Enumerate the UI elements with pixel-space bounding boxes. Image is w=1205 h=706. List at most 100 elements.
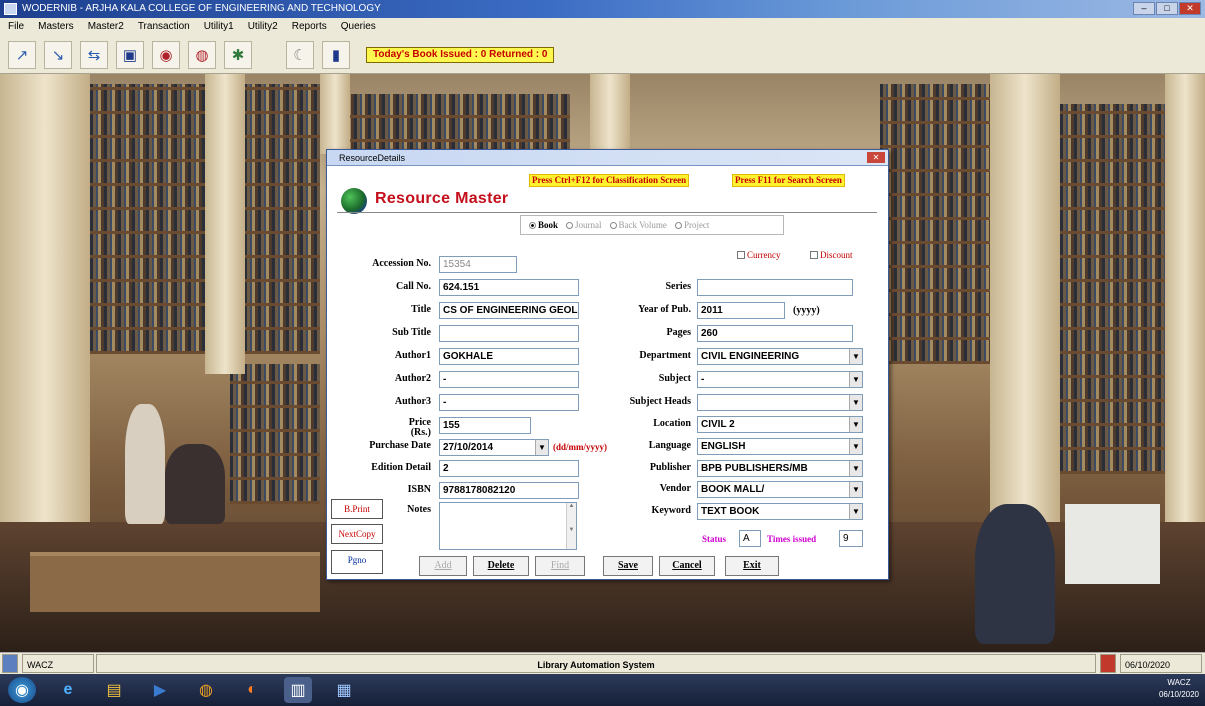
radio-icon bbox=[566, 222, 574, 229]
start-orb-icon[interactable]: ◉ bbox=[8, 677, 36, 703]
system-clock[interactable]: WACZ 06/10/2020 bbox=[1159, 677, 1199, 701]
firefox-icon[interactable]: ◐ bbox=[238, 677, 266, 703]
radio-journal[interactable]: Journal bbox=[566, 220, 602, 230]
price-field[interactable]: 155 bbox=[439, 417, 531, 434]
monitor-icon[interactable]: ▣ bbox=[116, 40, 144, 69]
menu-transaction[interactable]: Transaction bbox=[138, 18, 190, 36]
chevron-down-icon[interactable]: ▼ bbox=[535, 440, 548, 455]
pages-field[interactable]: 260 bbox=[697, 325, 853, 342]
resize-icon[interactable]: ↘ bbox=[44, 40, 72, 69]
chrome-icon[interactable]: ◍ bbox=[192, 677, 220, 703]
chevron-down-icon[interactable]: ▼ bbox=[849, 504, 862, 519]
explorer-icon[interactable]: ▤ bbox=[100, 677, 128, 703]
delete-button[interactable]: Delete bbox=[473, 556, 529, 576]
subject-select[interactable]: - ▼ bbox=[697, 371, 863, 388]
subject-heads-select[interactable]: ▼ bbox=[697, 394, 863, 411]
chevron-down-icon[interactable]: ▼ bbox=[849, 461, 862, 476]
chevron-down-icon[interactable]: ▼ bbox=[849, 395, 862, 410]
app-title: WODERNIB - ARJHA KALA COLLEGE OF ENGINEE… bbox=[22, 3, 381, 14]
status-app-name: Library Automation System bbox=[96, 654, 1096, 673]
radio-icon bbox=[674, 222, 682, 229]
radio-project[interactable]: Project bbox=[674, 220, 709, 230]
barcode-print-button[interactable]: B.Print bbox=[331, 499, 383, 519]
times-issued-field[interactable]: 9 bbox=[839, 530, 863, 547]
next-copy-button[interactable]: NextCopy bbox=[331, 524, 383, 544]
year-field[interactable]: 2011 bbox=[697, 302, 785, 319]
maximize-button[interactable]: □ bbox=[1156, 2, 1178, 15]
window-controls: – □ ✕ bbox=[1133, 2, 1201, 15]
chevron-down-icon[interactable]: ▼ bbox=[849, 439, 862, 454]
menu-masters[interactable]: Masters bbox=[38, 18, 74, 36]
dialog-heading: Resource Master bbox=[375, 190, 509, 207]
library-app-icon[interactable]: ▥ bbox=[284, 677, 312, 703]
notes-scrollbar[interactable]: ▲ ▼ bbox=[566, 503, 576, 549]
help-book-icon[interactable]: ▮ bbox=[322, 40, 350, 69]
keyword-select[interactable]: TEXT BOOK ▼ bbox=[697, 503, 863, 520]
subject-heads-label: Subject Heads bbox=[629, 396, 691, 407]
tools-icon[interactable]: ✱ bbox=[224, 40, 252, 69]
location-label: Location bbox=[653, 418, 691, 429]
find-button[interactable]: Find bbox=[535, 556, 585, 576]
cd-icon[interactable]: ◉ bbox=[152, 40, 180, 69]
isbn-field[interactable]: 9788178082120 bbox=[439, 482, 579, 499]
menu-utility1[interactable]: Utility1 bbox=[204, 18, 234, 36]
notes-textarea[interactable]: ▲ ▼ bbox=[439, 502, 577, 550]
title-field[interactable]: CS OF ENGINEERING GEOLOGY bbox=[439, 302, 579, 319]
accession-field[interactable]: 15354 bbox=[439, 256, 517, 273]
menu-utility2[interactable]: Utility2 bbox=[248, 18, 278, 36]
add-button[interactable]: Add bbox=[419, 556, 467, 576]
author3-field[interactable]: - bbox=[439, 394, 579, 411]
globe-icon[interactable]: ◍ bbox=[188, 40, 216, 69]
call-no-field[interactable]: 624.151 bbox=[439, 279, 579, 296]
menu-bar: File Masters Master2 Transaction Utility… bbox=[0, 18, 1205, 36]
menu-queries[interactable]: Queries bbox=[341, 18, 376, 36]
page-no-button[interactable]: Pgno bbox=[331, 550, 383, 574]
vendor-select[interactable]: BOOK MALL/▼ bbox=[697, 481, 863, 498]
publisher-select[interactable]: BPB PUBLISHERS/MB ▼ bbox=[697, 460, 863, 477]
chevron-down-icon[interactable]: ▼ bbox=[849, 417, 862, 432]
return-icon[interactable]: ⇆ bbox=[80, 40, 108, 69]
radio-back-volume[interactable]: Back Volume bbox=[609, 220, 667, 230]
minimize-button[interactable]: – bbox=[1133, 2, 1155, 15]
author1-field[interactable]: GOKHALE bbox=[439, 348, 579, 365]
series-label: Series bbox=[665, 281, 691, 292]
sub-title-field[interactable] bbox=[439, 325, 579, 342]
calendar-icon bbox=[1100, 654, 1116, 673]
language-label: Language bbox=[648, 440, 691, 451]
save-button[interactable]: Save bbox=[603, 556, 653, 576]
menu-file[interactable]: File bbox=[8, 18, 24, 36]
language-select[interactable]: ENGLISH ▼ bbox=[697, 438, 863, 455]
dialog-title-bar[interactable]: ResourceDetails ✕ bbox=[327, 150, 888, 166]
edition-field[interactable]: 2 bbox=[439, 460, 579, 477]
radio-book[interactable]: Book bbox=[529, 220, 558, 230]
close-button[interactable]: ✕ bbox=[1179, 2, 1201, 15]
move-icon[interactable]: ↗ bbox=[8, 40, 36, 69]
menu-master2[interactable]: Master2 bbox=[88, 18, 124, 36]
media-icon[interactable]: ▶ bbox=[146, 677, 174, 703]
location-select[interactable]: CIVIL 2 ▼ bbox=[697, 416, 863, 433]
exit-button[interactable]: Exit bbox=[725, 556, 779, 576]
search-hint: Press F11 for Search Screen bbox=[732, 174, 845, 187]
chevron-down-icon[interactable]: ▼ bbox=[849, 349, 862, 364]
status-field[interactable]: A bbox=[739, 530, 761, 547]
app-title-bar[interactable]: WODERNIB - ARJHA KALA COLLEGE OF ENGINEE… bbox=[0, 0, 1205, 18]
window-icon[interactable]: ▦ bbox=[330, 677, 358, 703]
series-field[interactable] bbox=[697, 279, 853, 296]
department-select[interactable]: CIVIL ENGINEERING ▼ bbox=[697, 348, 863, 365]
chevron-down-icon[interactable]: ▼ bbox=[849, 372, 862, 387]
moon-icon[interactable]: ☾ bbox=[286, 40, 314, 69]
ie-icon[interactable]: e bbox=[54, 677, 82, 703]
author1-label: Author1 bbox=[394, 350, 431, 361]
menu-reports[interactable]: Reports bbox=[292, 18, 327, 36]
radio-selected-icon bbox=[529, 222, 536, 229]
dialog-close-button[interactable]: ✕ bbox=[867, 152, 885, 163]
author2-field[interactable]: - bbox=[439, 371, 579, 388]
currency-checkbox[interactable]: Currency bbox=[737, 250, 781, 260]
call-no-label: Call No. bbox=[396, 281, 431, 292]
purchase-date-picker[interactable]: 27/10/2014 ▼ bbox=[439, 439, 549, 456]
discount-checkbox[interactable]: Discount bbox=[810, 250, 853, 260]
year-format-note: (yyyy) bbox=[793, 305, 820, 316]
cancel-button[interactable]: Cancel bbox=[659, 556, 715, 576]
price-unit: (Rs.) bbox=[410, 427, 431, 438]
chevron-down-icon[interactable]: ▼ bbox=[849, 482, 862, 497]
